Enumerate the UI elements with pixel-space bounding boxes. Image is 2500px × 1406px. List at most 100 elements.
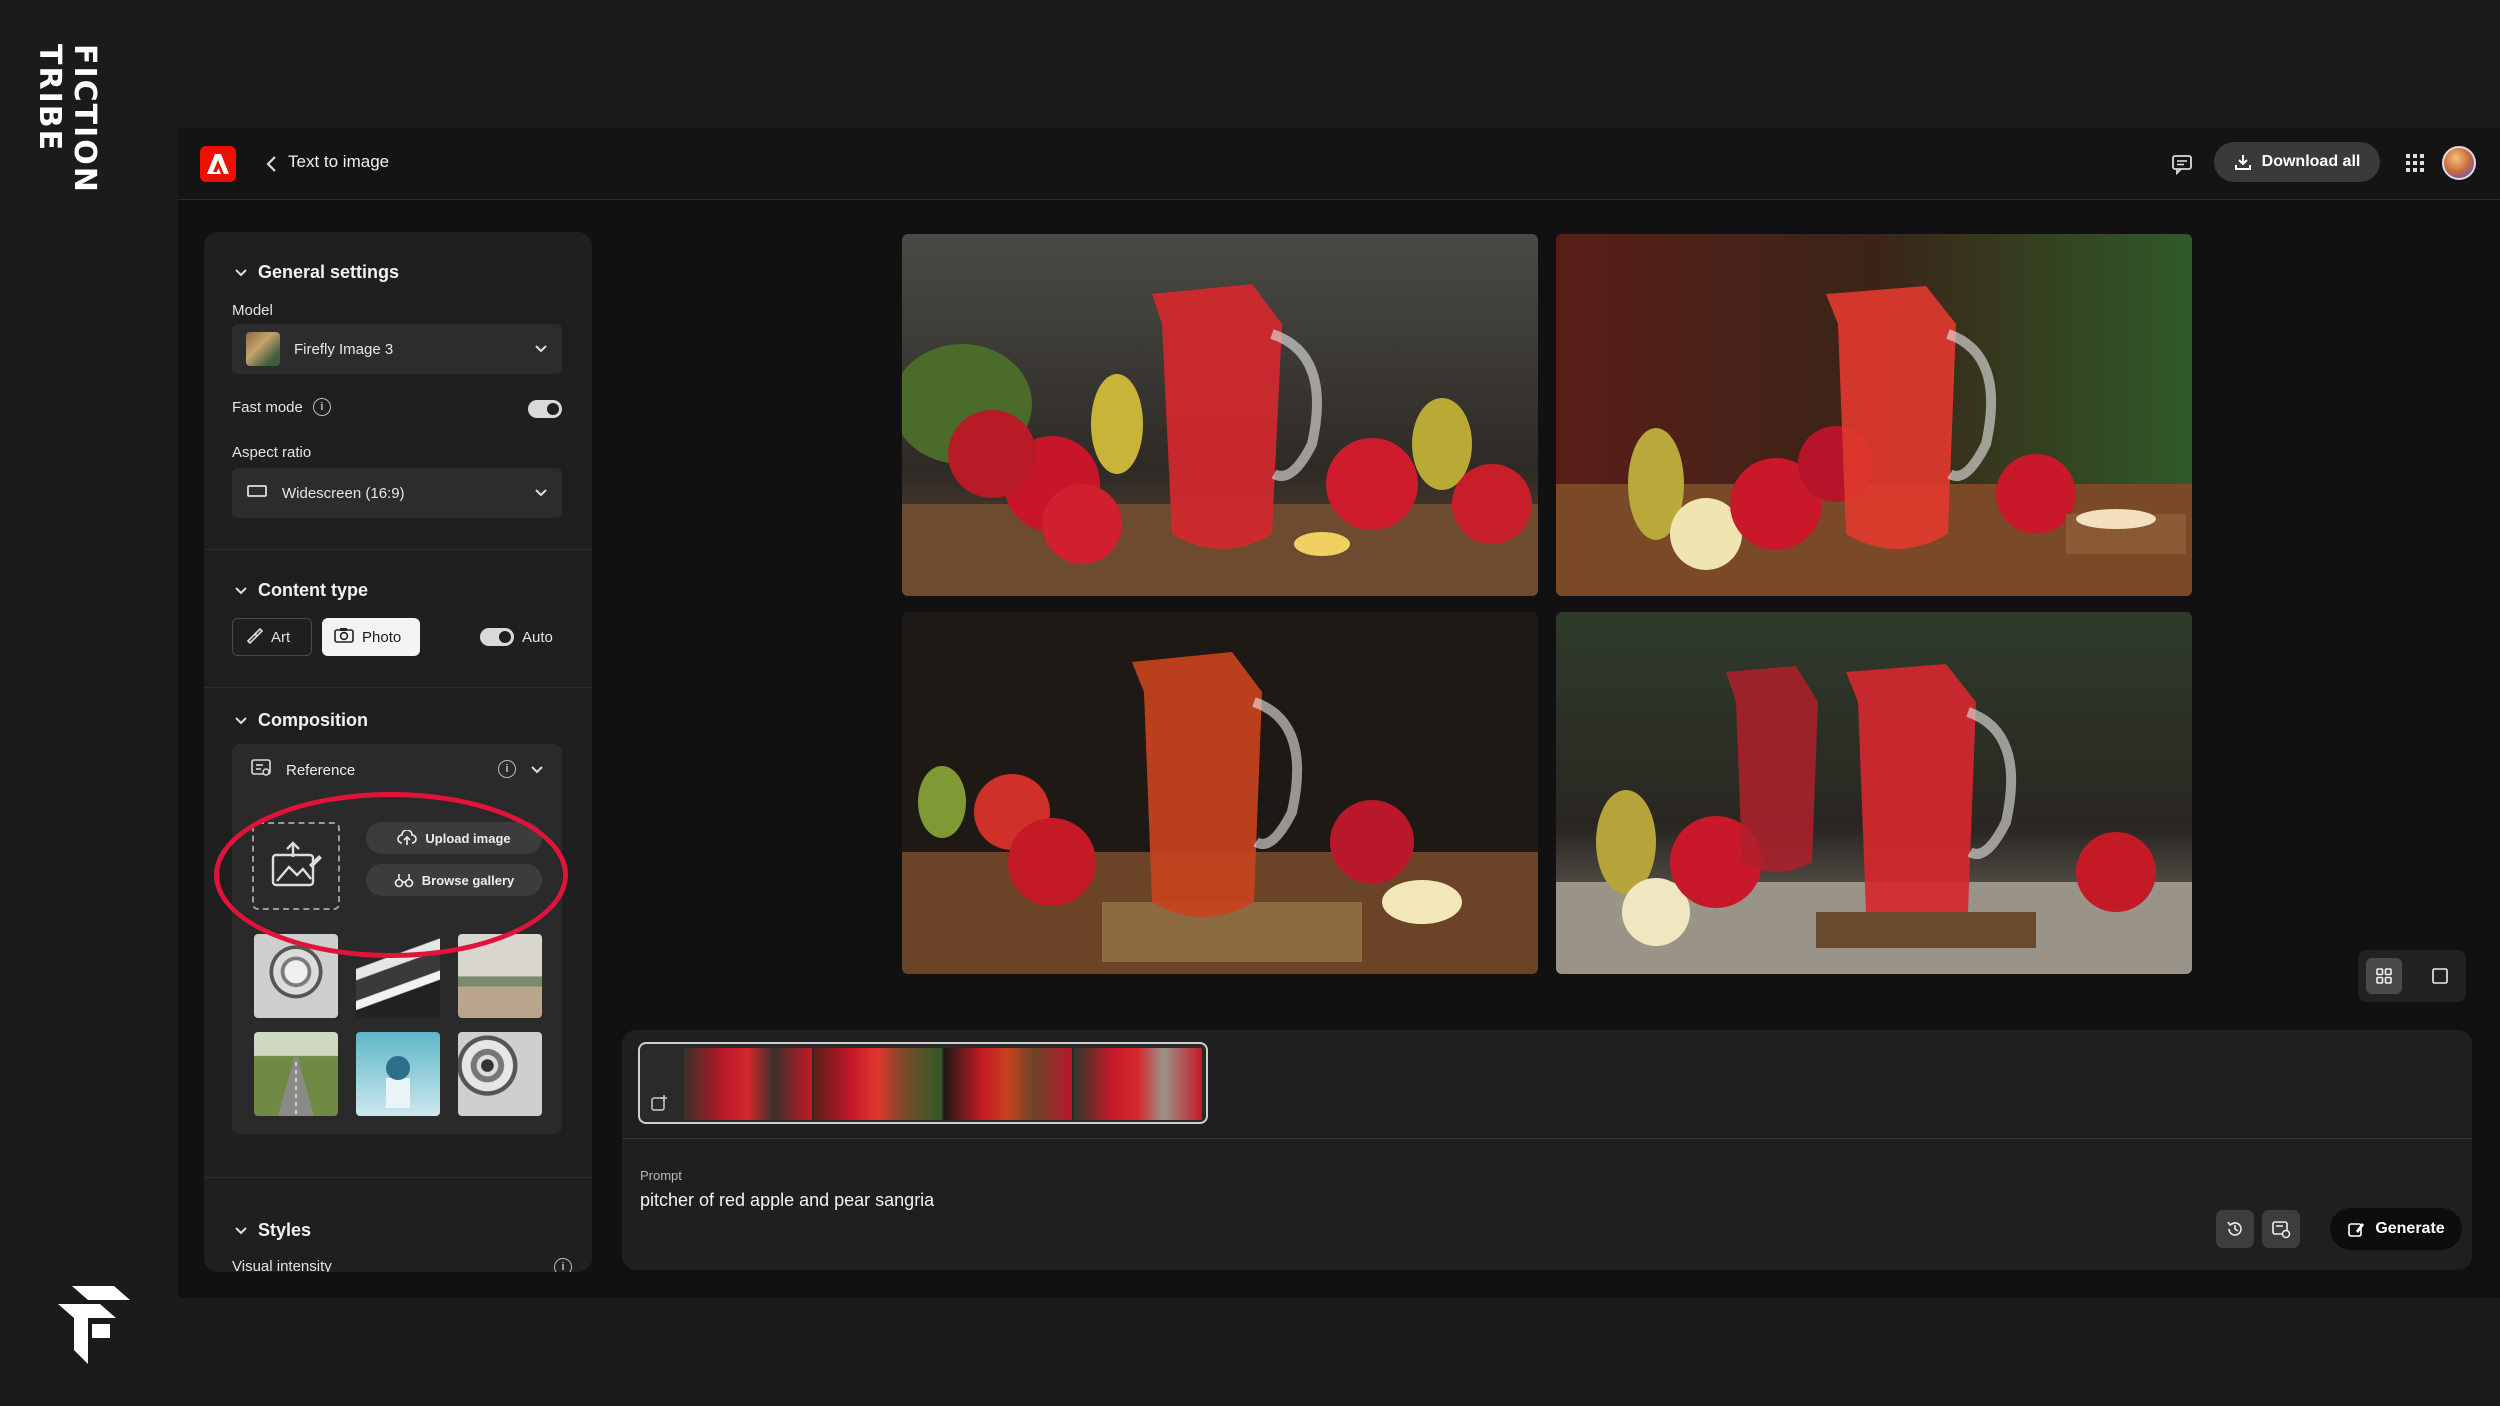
info-icon[interactable]: i — [554, 1258, 572, 1272]
browse-gallery-button[interactable]: Browse gallery — [366, 864, 542, 896]
composition-header[interactable]: Composition — [234, 710, 368, 731]
settings-panel: General settings Model Firefly Image 3 F… — [204, 232, 592, 1272]
generated-image-2[interactable] — [1556, 234, 2192, 596]
history-thumbnail-1[interactable] — [684, 1048, 812, 1120]
brush-icon — [245, 626, 264, 648]
reference-header[interactable]: Reference — [250, 758, 355, 782]
generate-label: Generate — [2375, 1220, 2445, 1237]
firefly-app-window: Text to image Download all General setti… — [178, 128, 2500, 1298]
content-type-photo-button[interactable]: Photo — [322, 618, 420, 656]
chevron-down-icon[interactable] — [530, 762, 544, 780]
history-thumbnail-4[interactable] — [1074, 1048, 1202, 1120]
image-settings-icon — [2272, 1221, 2291, 1239]
reference-thumbnail-sphere[interactable] — [356, 1032, 440, 1116]
download-all-label: Download all — [2261, 153, 2361, 170]
content-type-section: Content type Art Photo Auto — [204, 550, 592, 688]
page-title[interactable]: Text to image — [288, 152, 389, 172]
chevron-down-icon — [234, 266, 248, 280]
grid-icon — [2376, 968, 2392, 984]
fiction-tribe-logo — [52, 1278, 136, 1368]
apps-grid-icon[interactable] — [2400, 148, 2430, 178]
history-thumbnail-2[interactable] — [814, 1048, 942, 1120]
view-mode-toggle — [2358, 950, 2466, 1002]
generated-image-4[interactable] — [1556, 612, 2192, 974]
fast-mode-row: Fast mode i — [232, 398, 331, 416]
browse-gallery-label: Browse gallery — [421, 872, 515, 888]
styles-header[interactable]: Styles — [234, 1220, 311, 1241]
model-dropdown[interactable]: Firefly Image 3 — [232, 324, 562, 374]
model-value: Firefly Image 3 — [294, 340, 394, 358]
auto-toggle[interactable] — [480, 628, 514, 646]
model-label: Model — [232, 302, 273, 319]
reference-thumbnail-owl[interactable] — [458, 1032, 542, 1116]
prompt-label: Prompt — [640, 1168, 682, 1183]
history-thumbnail-3[interactable] — [944, 1048, 1072, 1120]
aspect-ratio-label: Aspect ratio — [232, 444, 312, 461]
prompt-divider — [622, 1138, 2472, 1139]
fast-mode-label: Fast mode — [232, 398, 303, 416]
reference-thumbnail-river[interactable] — [356, 934, 440, 1018]
chevron-down-icon — [234, 1224, 248, 1238]
reference-card: Reference i Upload image Browse gallery — [232, 744, 562, 1134]
general-settings-header[interactable]: General settings — [234, 262, 399, 283]
grid-view-button[interactable] — [2366, 958, 2402, 994]
reference-thumbnail-road[interactable] — [254, 1032, 338, 1116]
comment-icon[interactable] — [2166, 148, 2198, 180]
top-bar: Text to image Download all — [178, 128, 2500, 200]
prompt-panel: Prompt pitcher of red apple and pear san… — [622, 1030, 2472, 1270]
reference-label: Reference — [286, 761, 356, 779]
general-settings-section: General settings Model Firefly Image 3 F… — [204, 232, 592, 550]
brand-vertical-text: FICTION TRIBE — [32, 44, 102, 194]
prompt-settings-button[interactable] — [2262, 1210, 2300, 1248]
square-icon — [2432, 968, 2448, 984]
reference-thumbnail-sketch[interactable] — [254, 934, 338, 1018]
content-type-title: Content type — [258, 580, 368, 600]
general-settings-title: General settings — [258, 262, 400, 282]
camera-icon — [334, 627, 354, 647]
generate-button[interactable]: Generate — [2330, 1208, 2462, 1250]
history-add-icon[interactable] — [650, 1094, 668, 1117]
aspect-ratio-value: Widescreen (16:9) — [282, 484, 405, 502]
back-chevron-icon[interactable] — [258, 150, 284, 178]
auto-label: Auto — [522, 629, 553, 646]
history-strip — [638, 1042, 1208, 1124]
composition-section: Composition Reference i Upload image Bro… — [204, 688, 592, 1178]
info-icon[interactable]: i — [312, 398, 331, 416]
content-type-art-button[interactable]: Art — [232, 618, 312, 656]
chevron-down-icon — [534, 485, 548, 502]
model-thumbnail — [246, 332, 280, 366]
reference-icon — [250, 758, 272, 782]
aspect-ratio-dropdown[interactable]: Widescreen (16:9) — [232, 468, 562, 518]
art-label: Art — [271, 628, 291, 646]
download-all-button[interactable]: Download all — [2214, 142, 2380, 182]
download-icon — [2234, 155, 2251, 170]
user-avatar[interactable] — [2442, 146, 2476, 180]
image-upload-dropzone[interactable] — [252, 822, 340, 910]
info-icon[interactable]: i — [498, 760, 516, 778]
adobe-logo[interactable] — [200, 146, 236, 182]
upload-image-label: Upload image — [425, 830, 511, 846]
generate-icon — [2348, 1223, 2365, 1237]
prompt-input[interactable]: pitcher of red apple and pear sangria — [640, 1190, 934, 1211]
photo-label: Photo — [362, 628, 402, 646]
single-view-button[interactable] — [2422, 958, 2458, 994]
binoculars-icon — [394, 874, 414, 888]
history-button[interactable] — [2216, 1210, 2254, 1248]
content-type-header[interactable]: Content type — [234, 580, 368, 601]
composition-title: Composition — [258, 710, 368, 730]
history-icon — [2227, 1221, 2242, 1236]
styles-section: Styles Visual intensity i — [204, 1178, 592, 1272]
fast-mode-toggle[interactable] — [528, 400, 562, 418]
image-upload-icon — [271, 841, 322, 887]
generated-image-1[interactable] — [902, 234, 1538, 596]
chevron-down-icon — [234, 584, 248, 598]
chevron-down-icon — [534, 341, 548, 358]
cloud-upload-icon — [397, 830, 418, 845]
upload-image-button[interactable]: Upload image — [366, 822, 542, 854]
reference-thumbnail-room[interactable] — [458, 934, 542, 1018]
visual-intensity-label: Visual intensity — [232, 1258, 332, 1272]
widescreen-icon — [246, 484, 268, 502]
generated-image-3[interactable] — [902, 612, 1538, 974]
chevron-down-icon — [234, 714, 248, 728]
styles-title: Styles — [258, 1220, 312, 1240]
